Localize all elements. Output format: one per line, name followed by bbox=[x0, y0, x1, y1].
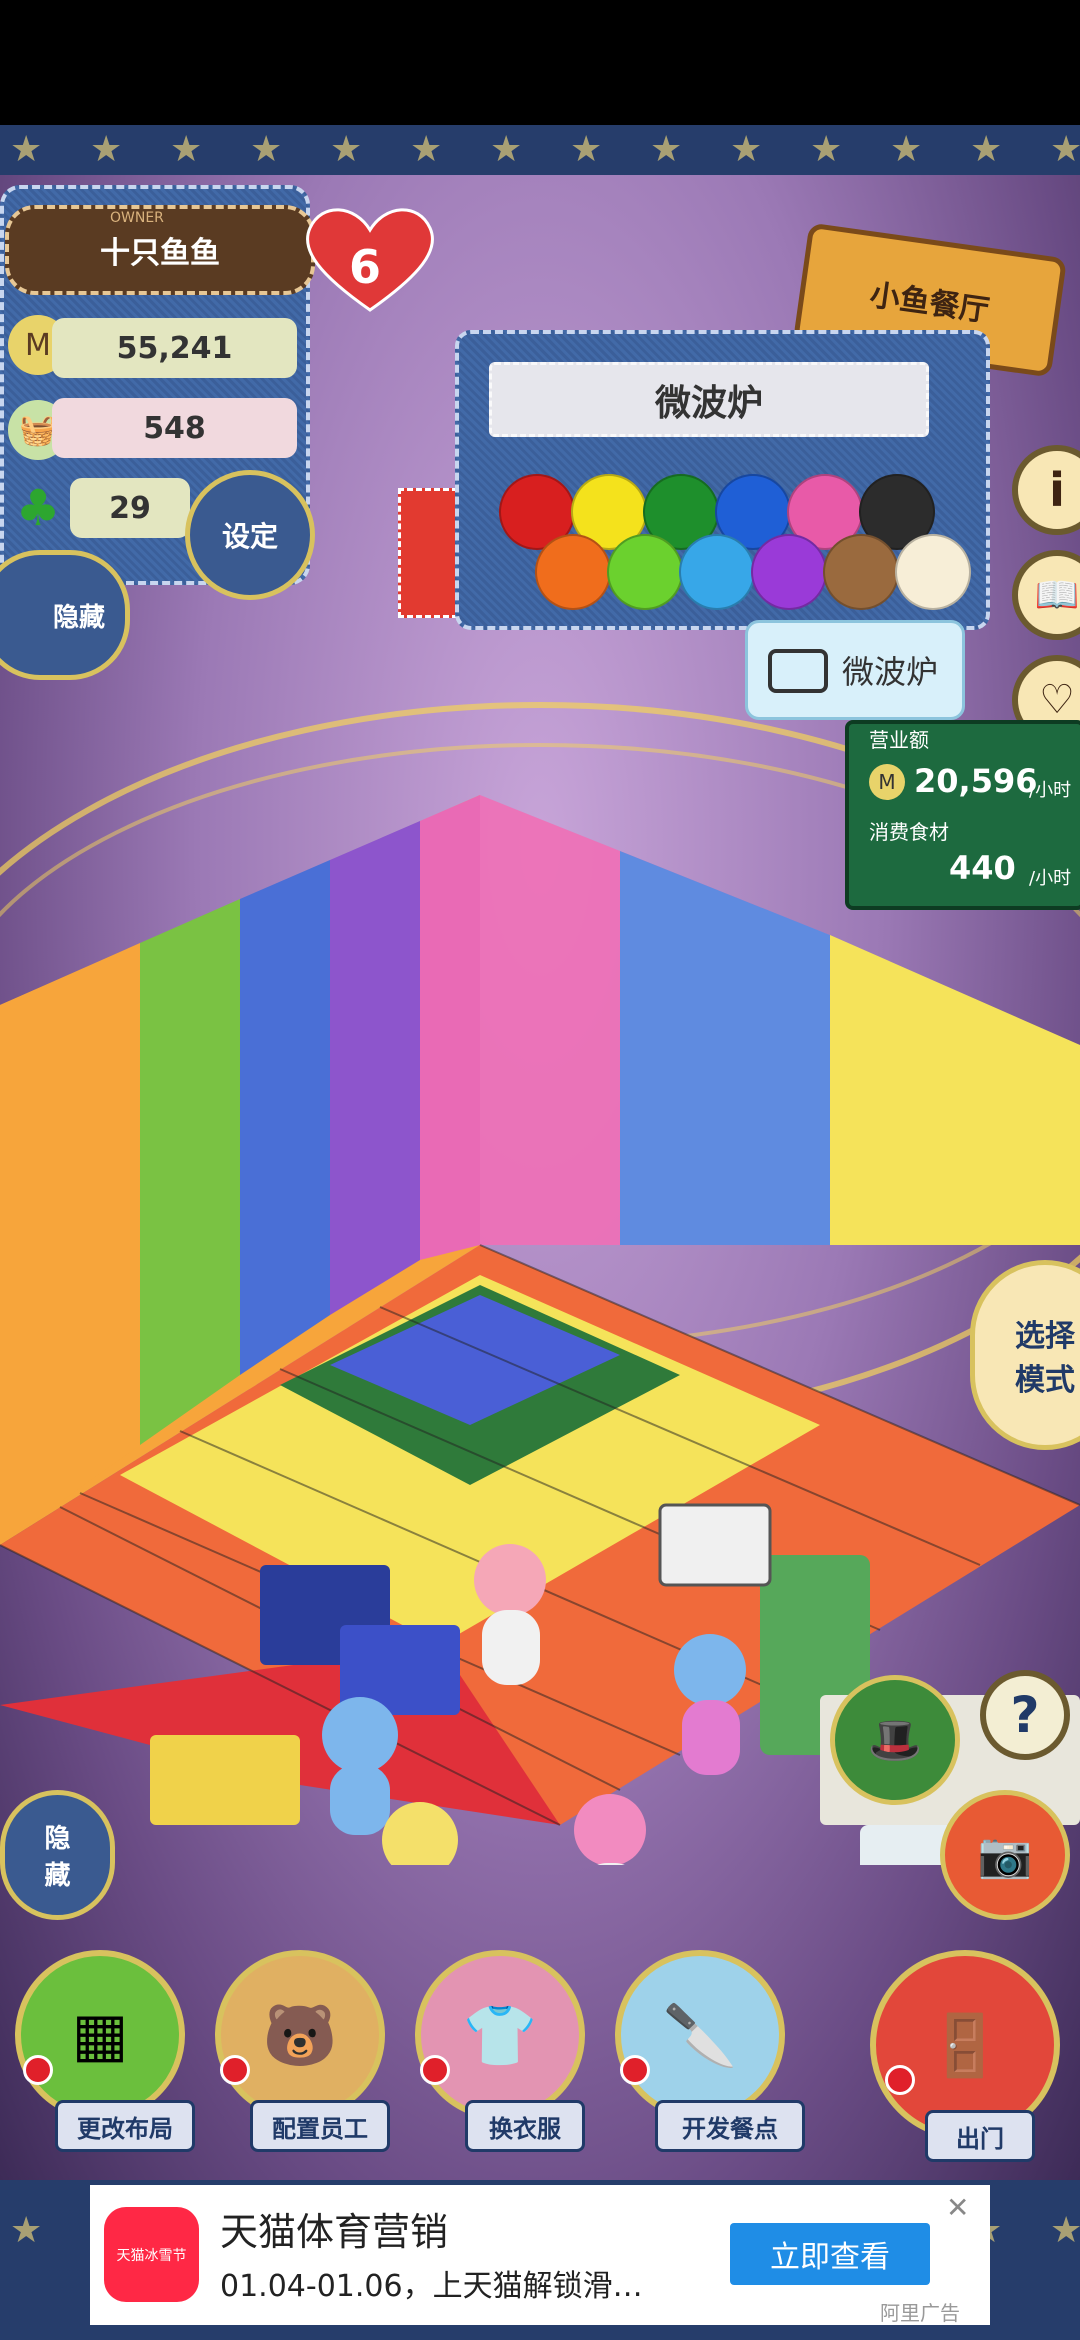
pin-icon bbox=[620, 2055, 650, 2085]
tooltip-label: 微波炉 bbox=[841, 653, 938, 691]
settings-label: 设定 bbox=[221, 520, 278, 553]
ad-title: 天猫体育营销 bbox=[220, 2210, 449, 2254]
clover-display: 29 bbox=[70, 478, 190, 538]
revenue-label: 营业额 bbox=[869, 728, 929, 752]
menu-exit-button[interactable]: 🚪 出门 bbox=[870, 1950, 1060, 2162]
star-icon: ★ bbox=[490, 129, 523, 170]
mode-select-button[interactable]: 选择 模式 bbox=[970, 1260, 1080, 1450]
color-swatch[interactable] bbox=[535, 534, 611, 610]
menu-layout-button[interactable]: ▦ 更改布局 bbox=[15, 1950, 195, 2152]
food-consumed-unit: /小时 bbox=[1029, 868, 1072, 889]
menu-develop-label: 开发餐点 bbox=[655, 2100, 805, 2152]
star-icon: ★ bbox=[890, 129, 923, 170]
star-icon: ★ bbox=[1050, 2210, 1080, 2251]
star-border-top: ★ ★ ★ ★ ★ ★ ★ ★ ★ ★ ★ ★ ★ ★ bbox=[0, 125, 1080, 175]
ad-subtitle: 01.04-01.06，上天猫解锁滑… bbox=[220, 2269, 643, 2304]
star-icon: ★ bbox=[170, 129, 203, 170]
color-swatch[interactable] bbox=[823, 534, 899, 610]
color-swatch[interactable] bbox=[751, 534, 827, 610]
menu-layout-label: 更改布局 bbox=[55, 2100, 195, 2152]
table-icon: ▦ bbox=[15, 1950, 185, 2120]
ad-logo: 天猫冰雪节 bbox=[104, 2207, 199, 2302]
menu-exit-label: 出门 bbox=[925, 2110, 1035, 2162]
item-tooltip[interactable]: 微波炉 bbox=[745, 620, 965, 720]
bottom-menu: ▦ 更改布局 🐻 配置员工 👕 换衣服 🔪 开发餐点 🚪 出门 bbox=[0, 1950, 1080, 2180]
hat-icon: 🎩 bbox=[867, 1715, 923, 1766]
status-bar bbox=[0, 0, 1080, 125]
food-consumed-rate: 440 bbox=[949, 849, 1016, 887]
revenue-unit: /小时 bbox=[1029, 780, 1072, 801]
star-icon: ★ bbox=[90, 129, 123, 170]
help-icon[interactable]: ? bbox=[980, 1670, 1070, 1760]
level-number: 6 bbox=[348, 240, 381, 294]
knife-icon: 🔪 bbox=[615, 1950, 785, 2120]
star-icon: ★ bbox=[250, 129, 283, 170]
star-icon: ★ bbox=[330, 129, 363, 170]
menu-clothes-button[interactable]: 👕 换衣服 bbox=[415, 1950, 585, 2152]
yellow-table bbox=[150, 1735, 300, 1825]
ad-banner[interactable]: 天猫冰雪节 天猫体育营销 01.04-01.06，上天猫解锁滑… 立即查看 ✕ … bbox=[90, 2185, 990, 2325]
bear-yellow bbox=[382, 1802, 458, 1865]
camera-icon: 📷 bbox=[977, 1830, 1033, 1881]
clover-icon: ♣ bbox=[15, 479, 61, 537]
revenue-board[interactable]: 营业额 M 20,596 /小时 消费食材 440 /小时 bbox=[845, 720, 1080, 910]
mode-select-label: 选择 模式 bbox=[1015, 1319, 1075, 1398]
food-display: 548 bbox=[52, 398, 297, 458]
hide-left-label: 隐藏 bbox=[52, 602, 105, 633]
owner-name: 十只鱼鱼 bbox=[100, 236, 220, 271]
revenue-rate: 20,596 bbox=[914, 762, 1038, 800]
red-tag bbox=[398, 488, 458, 618]
popup-title: 微波炉 bbox=[489, 362, 929, 437]
star-icon: ★ bbox=[810, 129, 843, 170]
star-icon: ★ bbox=[10, 2210, 43, 2251]
menu-clothes-label: 换衣服 bbox=[465, 2100, 585, 2152]
color-swatch[interactable] bbox=[895, 534, 971, 610]
color-swatch[interactable] bbox=[679, 534, 755, 610]
bear-pink-2 bbox=[574, 1794, 646, 1865]
food-consumed-label: 消费食材 bbox=[869, 820, 949, 844]
star-icon: ★ bbox=[730, 129, 763, 170]
star-icon: ★ bbox=[570, 129, 603, 170]
bear-icon: 🐻 bbox=[215, 1950, 385, 2120]
restaurant-sign-label: 小鱼餐厅 bbox=[867, 277, 992, 330]
pin-icon bbox=[885, 2065, 915, 2095]
star-icon: ★ bbox=[10, 129, 43, 170]
star-icon: ★ bbox=[410, 129, 443, 170]
coin-icon: M bbox=[869, 764, 905, 800]
hide-left-button[interactable]: 隐藏 bbox=[0, 550, 130, 680]
microwave bbox=[658, 1503, 772, 1587]
hide-bottom-button[interactable]: 隐 藏 bbox=[0, 1790, 115, 1920]
pin-icon bbox=[23, 2055, 53, 2085]
color-picker-popup: 微波炉 bbox=[455, 330, 990, 630]
owner-caption: OWNER bbox=[110, 210, 164, 226]
money-display: 55,241 bbox=[52, 318, 297, 378]
shirt-icon: 👕 bbox=[415, 1950, 585, 2120]
menu-staff-button[interactable]: 🐻 配置员工 bbox=[215, 1950, 390, 2152]
ad-cta-button[interactable]: 立即查看 bbox=[730, 2223, 930, 2285]
camera-button[interactable]: 📷 bbox=[940, 1790, 1070, 1920]
menu-develop-button[interactable]: 🔪 开发餐点 bbox=[615, 1950, 805, 2152]
pin-icon bbox=[420, 2055, 450, 2085]
color-swatch[interactable] bbox=[607, 534, 683, 610]
pin-icon bbox=[220, 2055, 250, 2085]
star-icon: ★ bbox=[970, 129, 1003, 170]
hide-bottom-label: 隐 藏 bbox=[44, 1824, 71, 1891]
microwave-icon bbox=[768, 649, 828, 693]
menu-staff-label: 配置员工 bbox=[250, 2100, 390, 2152]
settings-button[interactable]: 设定 bbox=[185, 470, 315, 600]
ad-close-icon[interactable]: ✕ bbox=[946, 2191, 969, 2224]
hat-button[interactable]: 🎩 bbox=[830, 1675, 960, 1805]
star-icon: ★ bbox=[650, 129, 683, 170]
star-icon: ★ bbox=[1050, 129, 1080, 170]
ad-tag: 阿里广告 bbox=[880, 2301, 960, 2325]
